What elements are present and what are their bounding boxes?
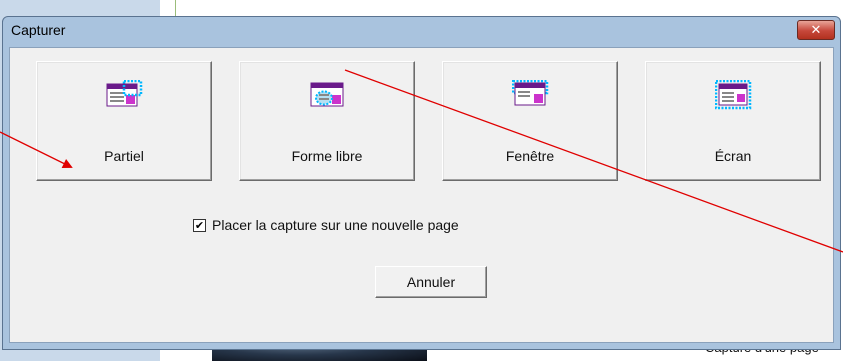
capture-dialog: Capturer ✕ Partiel Forme libre Fenêtre É… <box>2 16 841 350</box>
screen-capture-button[interactable]: Écran <box>645 61 821 181</box>
partial-capture-label: Partiel <box>104 148 144 164</box>
freeform-capture-label: Forme libre <box>291 148 363 164</box>
new-page-label[interactable]: Placer la capture sur une nouvelle page <box>212 217 459 233</box>
partial-capture-button[interactable]: Partiel <box>36 61 212 181</box>
window-title: Capturer <box>11 22 66 38</box>
screen-capture-label: Écran <box>714 148 752 164</box>
title-bar[interactable]: Capturer ✕ <box>3 17 840 47</box>
window-capture-icon <box>512 80 549 106</box>
window-capture-label: Fenêtre <box>505 148 555 164</box>
freeform-capture-button[interactable]: Forme libre <box>239 61 415 181</box>
close-icon: ✕ <box>810 22 822 38</box>
new-page-option[interactable]: ✔ Placer la capture sur une nouvelle pag… <box>193 216 459 234</box>
close-button[interactable]: ✕ <box>797 20 835 40</box>
checkmark-icon: ✔ <box>194 218 205 232</box>
partial-capture-icon <box>106 80 143 107</box>
dialog-content: Partiel Forme libre Fenêtre Écran ✔ Plac… <box>9 47 834 343</box>
cancel-button[interactable]: Annuler <box>375 266 487 298</box>
freeform-capture-icon <box>310 82 344 107</box>
new-page-checkbox[interactable]: ✔ <box>193 218 206 232</box>
window-capture-button[interactable]: Fenêtre <box>442 61 618 181</box>
screen-capture-icon <box>715 80 752 110</box>
